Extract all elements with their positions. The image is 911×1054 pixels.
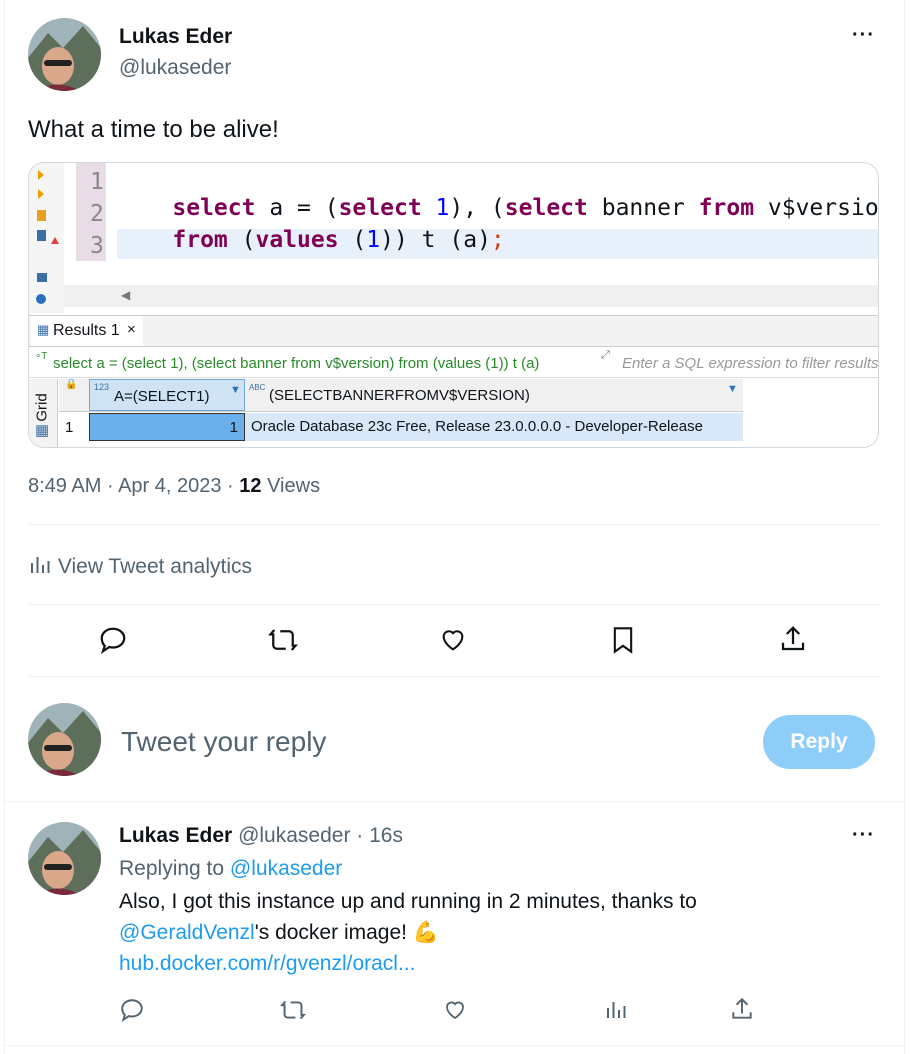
author-avatar[interactable] [28, 18, 101, 91]
grid-view-label[interactable]: Grid [34, 393, 51, 421]
cell-a[interactable]: 1 [89, 413, 245, 441]
author-handle[interactable]: @lukaseder [119, 56, 231, 80]
results-tab-bar [29, 315, 878, 347]
analytics-icon [31, 557, 50, 573]
share-icon[interactable] [778, 624, 808, 654]
reply-text-line-2: @GeraldVenzl's docker image! 💪 [119, 921, 439, 944]
tweet-meta: 8:49 AM · Apr 4, 2023 · 12 Views [28, 475, 321, 497]
reply-header: Lukas Eder @lukaseder · 16s [119, 824, 403, 848]
grid-row[interactable]: 1 1 Oracle Database 23c Free, Release 23… [59, 413, 743, 441]
reply-text-line-1: Also, I got this instance up and running… [119, 890, 697, 913]
reply-icon[interactable] [119, 997, 145, 1023]
editor-toolbar-icons [36, 170, 59, 304]
view-analytics-link[interactable]: View Tweet analytics [28, 553, 252, 579]
flexed-biceps-emoji: 💪 [412, 921, 439, 944]
expand-icon[interactable]: ⤢ [601, 349, 610, 362]
tab-results-1[interactable]: ▦ Results 1 × [31, 316, 143, 346]
reply-time[interactable]: · 16s [356, 824, 403, 847]
tweet-media-image[interactable]: 1 2 3 select a = (select 1), (select ban… [28, 162, 879, 448]
mention-link[interactable]: @GeraldVenzl [119, 921, 255, 944]
reply-author-handle[interactable]: @lukaseder [238, 824, 350, 847]
editor-scrollbar[interactable] [64, 285, 878, 307]
author-name[interactable]: Lukas Eder [119, 25, 232, 49]
reply-button[interactable]: Reply [763, 715, 875, 769]
reply-author-name[interactable]: Lukas Eder [119, 824, 232, 847]
views-icon[interactable] [604, 998, 628, 1022]
more-icon[interactable]: ··· [852, 24, 875, 47]
results-tab-label: Results 1 [53, 322, 120, 339]
reply-url-link[interactable]: hub.docker.com/r/gvenzl/oracl... [119, 952, 415, 976]
query-text: select a = (select 1), (select banner fr… [53, 355, 540, 372]
cell-b[interactable]: Oracle Database 23c Free, Release 23.0.0… [245, 413, 743, 441]
grid-icon[interactable]: ▦ [35, 421, 49, 439]
tweet-text: What a time to be alive! [28, 116, 279, 143]
line-number: 2 [90, 201, 104, 227]
retweet-icon[interactable] [279, 997, 307, 1023]
divider [4, 1045, 905, 1046]
line-number: 1 [90, 169, 104, 195]
like-icon[interactable] [438, 626, 468, 654]
code-line-2[interactable]: from (values (1)) t (a); [117, 201, 504, 279]
tweet-time[interactable]: 8:49 AM [28, 475, 101, 497]
divider [28, 604, 878, 605]
reply-icon[interactable] [98, 625, 128, 655]
column-header-b[interactable]: ABC (SELECTBANNERFROMV$VERSION) ▼ [245, 379, 743, 411]
line-number: 3 [90, 233, 104, 259]
reply-input[interactable]: Tweet your reply [121, 726, 326, 758]
query-icon: ∘T [35, 351, 48, 362]
replying-to-handle[interactable]: @lukaseder [230, 857, 342, 880]
like-icon[interactable] [442, 998, 468, 1022]
divider [4, 801, 905, 802]
retweet-icon[interactable] [267, 625, 299, 655]
close-icon[interactable]: × [127, 321, 136, 338]
bookmark-icon[interactable] [609, 624, 637, 656]
grid-tab-icon: ▦ [37, 322, 50, 337]
analytics-label: View Tweet analytics [57, 555, 253, 578]
replying-to: Replying to @lukaseder [119, 857, 343, 880]
reply-author-avatar[interactable] [28, 822, 101, 895]
views-label: Views [267, 475, 321, 497]
chevron-down-icon[interactable]: ▼ [727, 383, 738, 395]
filter-input[interactable]: Enter a SQL expression to filter results [622, 355, 878, 372]
divider [28, 524, 878, 525]
divider [28, 676, 878, 677]
more-icon[interactable]: ··· [852, 824, 875, 847]
composer-avatar[interactable] [28, 703, 101, 776]
views-count: 12 [239, 475, 262, 497]
column-header-a[interactable]: 123 A=(SELECT1) ▼ [89, 379, 245, 411]
tweet-date[interactable]: Apr 4, 2023 [118, 475, 221, 497]
row-number: 1 [65, 419, 74, 436]
share-icon[interactable] [729, 996, 755, 1022]
lock-icon: 🔒 [65, 379, 78, 390]
scroll-left-icon[interactable]: ◀ [121, 288, 130, 302]
chevron-down-icon[interactable]: ▼ [230, 384, 241, 396]
